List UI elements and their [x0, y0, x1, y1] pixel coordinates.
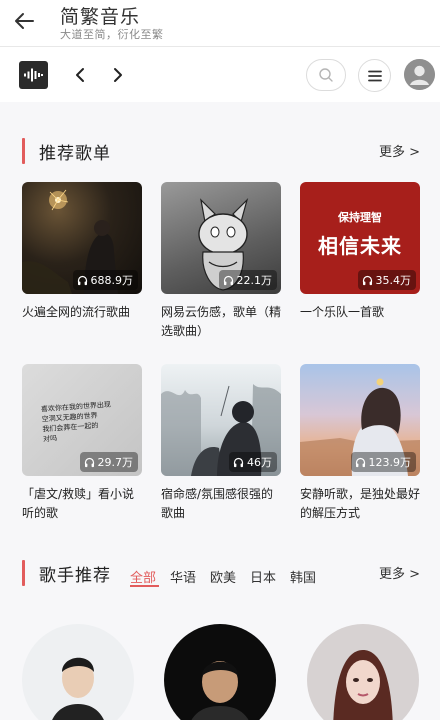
menu-button[interactable]	[358, 59, 391, 92]
singers-title: 歌手推荐	[39, 566, 111, 586]
recommend-more-link[interactable]: 更多 >	[379, 141, 420, 160]
tab-western[interactable]: 欧美	[210, 567, 236, 586]
play-count-badge: 46万	[229, 452, 277, 472]
headphones-icon	[84, 457, 94, 467]
play-count-badge: 22.1万	[218, 270, 277, 290]
playlist-cover[interactable]: 688.9万	[22, 182, 142, 294]
play-count: 688.9万	[90, 274, 134, 287]
headphones-icon	[355, 457, 365, 467]
back-button[interactable]	[11, 9, 37, 33]
playlist-cover[interactable]: 喜欢你在我的世界出现 空洞又无趣的世界 我们会葬在一起的 对吗 29.7万	[22, 364, 142, 476]
hamburger-menu-icon	[367, 70, 382, 81]
cover-handwriting: 喜欢你在我的世界出现 空洞又无趣的世界 我们会葬在一起的 对吗	[41, 400, 114, 445]
playlist-title[interactable]: 「虐文/救赎」看小说听的歌	[22, 485, 146, 523]
toolbar	[0, 48, 440, 102]
headphones-icon	[77, 275, 87, 285]
headphones-icon	[233, 457, 244, 467]
playlist-card[interactable]: 保持理智 相信未来 35.4万 一个乐队一首歌	[300, 182, 420, 322]
play-count: 35.4万	[375, 274, 412, 287]
play-count-badge: 688.9万	[72, 270, 138, 290]
section-accent-bar	[22, 560, 25, 586]
waveform-icon	[24, 68, 43, 82]
chevron-left-icon	[76, 68, 84, 82]
search-icon	[319, 68, 333, 82]
play-count-badge: 35.4万	[357, 270, 416, 290]
play-count: 123.9万	[368, 456, 412, 469]
app-subtitle: 大道至简，衍化至繁	[60, 28, 164, 41]
headphones-icon	[362, 275, 372, 285]
headphones-icon	[223, 275, 233, 285]
playlist-cover[interactable]: 46万	[161, 364, 281, 476]
playlist-card[interactable]: 688.9万 火遍全网的流行歌曲	[22, 182, 142, 322]
tab-korean[interactable]: 韩国	[290, 567, 316, 586]
singers-more-link[interactable]: 更多 >	[379, 563, 420, 582]
section-accent-bar	[22, 138, 25, 164]
user-avatar[interactable]	[404, 59, 435, 90]
playlist-card[interactable]: 22.1万 网易云伤感，歌单（精选歌曲）	[161, 182, 281, 341]
play-count-badge: 123.9万	[350, 452, 416, 472]
playlist-cover[interactable]: 22.1万	[161, 182, 281, 294]
app-bar: 简繁音乐 大道至简，衍化至繁	[0, 0, 440, 47]
arrow-left-icon	[15, 13, 34, 29]
tab-japanese[interactable]: 日本	[250, 567, 276, 586]
playlist-title[interactable]: 火遍全网的流行歌曲	[22, 303, 146, 322]
play-count-badge: 29.7万	[79, 452, 138, 472]
app-logo[interactable]	[19, 61, 48, 89]
tab-chinese[interactable]: 华语	[170, 567, 196, 586]
recommend-header: 推荐歌单 更多 >	[0, 136, 440, 166]
active-tab-indicator	[130, 585, 159, 587]
tab-all[interactable]: 全部	[130, 567, 156, 586]
play-count: 46万	[247, 456, 272, 469]
recommend-title: 推荐歌单	[39, 144, 111, 164]
playlist-card[interactable]: 46万 宿命感/氛围感很强的歌曲	[161, 364, 281, 523]
playlist-cover[interactable]: 保持理智 相信未来 35.4万	[300, 182, 420, 294]
playlist-cover[interactable]: 123.9万	[300, 364, 420, 476]
playlist-title[interactable]: 一个乐队一首歌	[300, 303, 424, 322]
cover-text-main: 相信未来	[318, 234, 402, 258]
search-button[interactable]	[306, 59, 346, 91]
user-icon	[404, 59, 435, 90]
playlist-title[interactable]: 宿命感/氛围感很强的歌曲	[161, 485, 285, 523]
nav-back-button[interactable]	[69, 64, 91, 86]
playlist-card[interactable]: 123.9万 安静听歌，是独处最好的解压方式	[300, 364, 420, 523]
play-count: 29.7万	[97, 456, 134, 469]
playlist-card[interactable]: 喜欢你在我的世界出现 空洞又无趣的世界 我们会葬在一起的 对吗 29.7万 「虐…	[22, 364, 142, 523]
playlist-title[interactable]: 安静听歌，是独处最好的解压方式	[300, 485, 424, 523]
playlist-title[interactable]: 网易云伤感，歌单（精选歌曲）	[161, 303, 285, 341]
play-count: 22.1万	[236, 274, 273, 287]
cover-text-top: 保持理智	[338, 211, 382, 224]
chevron-right-icon	[114, 68, 122, 82]
nav-forward-button[interactable]	[107, 64, 129, 86]
app-title: 简繁音乐	[60, 6, 141, 28]
